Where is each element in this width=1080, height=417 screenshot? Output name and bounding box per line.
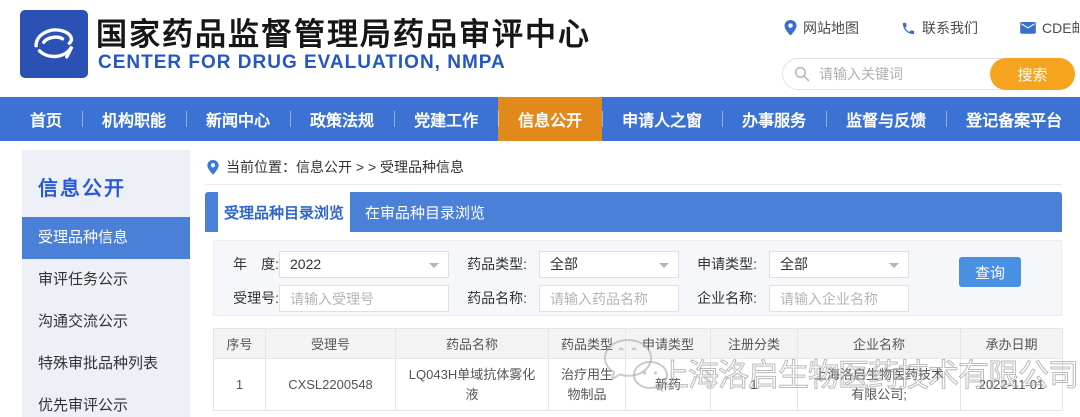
accept-no-label: 受理号:: [224, 285, 279, 312]
nav-item-applicant-window[interactable]: 申请人之窗: [602, 97, 722, 141]
cell-company: 上海洛启生物医药技术有限公司;: [798, 359, 961, 411]
nav-item-supervision[interactable]: 监督与反馈: [826, 97, 946, 141]
drug-name-input[interactable]: [539, 285, 679, 312]
col-header-date: 承办日期: [961, 329, 1063, 359]
logo-swirl-icon: [25, 15, 83, 73]
nav-item-policies[interactable]: 政策法规: [290, 97, 394, 141]
page-subtitle: CENTER FOR DRUG EVALUATION, NMPA: [98, 52, 506, 74]
mailbox-label: CDE邮箱: [1042, 18, 1080, 38]
drug-name-label: 药品名称:: [454, 285, 527, 312]
chevron-down-icon: [429, 263, 439, 268]
map-pin-icon: [784, 20, 797, 36]
apply-type-label: 申请类型:: [684, 251, 757, 278]
cell-no: 1: [214, 359, 266, 411]
nav-item-party[interactable]: 党建工作: [394, 97, 498, 141]
nav-item-info-disclosure[interactable]: 信息公开: [498, 97, 602, 141]
cell-apply-type: 新药: [626, 359, 711, 411]
page: 国家药品监督管理局药品审评中心 CENTER FOR DRUG EVALUATI…: [0, 0, 1080, 417]
col-header-drug-name: 药品名称: [396, 329, 549, 359]
sidebar-item-priority-review[interactable]: 优先审评公示: [22, 385, 190, 417]
cde-logo: [20, 10, 88, 78]
year-label: 年 度:: [224, 251, 279, 278]
year-select-value: 2022: [290, 256, 321, 272]
table-row: 1 CXSL2200548 LQ043H单域抗体雾化液 治疗用生物制品 新药 1…: [214, 359, 1063, 411]
mailbox-link[interactable]: CDE邮箱: [1020, 18, 1080, 38]
tab-accepted-catalog[interactable]: 受理品种目录浏览: [218, 192, 350, 232]
apply-type-select-value: 全部: [780, 256, 808, 272]
mail-icon: [1020, 22, 1036, 35]
cell-date: 2022-11-01: [961, 359, 1063, 411]
location-pin-icon: [207, 160, 219, 175]
company-name-label: 企业名称:: [684, 285, 757, 312]
nav-item-news[interactable]: 新闻中心: [186, 97, 290, 141]
main-content: 当前位置：信息公开 > > 受理品种信息 受理品种目录浏览 在审品种目录浏览 年…: [205, 150, 1062, 417]
col-header-drug-type: 药品类型: [549, 329, 626, 359]
nav-item-services[interactable]: 办事服务: [722, 97, 826, 141]
search-button[interactable]: 搜索: [990, 58, 1075, 90]
col-header-company: 企业名称: [798, 329, 961, 359]
search-icon: [794, 66, 810, 82]
col-header-reg-class: 注册分类: [711, 329, 798, 359]
year-select[interactable]: 2022: [279, 251, 449, 278]
contact-label: 联系我们: [922, 18, 978, 38]
sitemap-label: 网站地图: [803, 18, 859, 38]
sidebar-title: 信息公开: [22, 150, 190, 217]
filter-panel: 年 度: 2022 药品类型: 全部 申请类型: 全部 查询 受理号: 药品名称…: [213, 240, 1062, 316]
drug-type-select-value: 全部: [550, 256, 578, 272]
tab-bar: 受理品种目录浏览 在审品种目录浏览: [205, 192, 1062, 232]
sidebar-item-accepted-varieties[interactable]: 受理品种信息: [22, 217, 190, 259]
sitemap-link[interactable]: 网站地图: [784, 18, 859, 38]
main-nav: 首页 机构职能 新闻中心 政策法规 党建工作 信息公开 申请人之窗 办事服务 监…: [0, 97, 1080, 141]
nav-item-home[interactable]: 首页: [10, 97, 82, 141]
col-header-apply-type: 申请类型: [626, 329, 711, 359]
cell-reg-class: 1: [711, 359, 798, 411]
nav-item-functions[interactable]: 机构职能: [82, 97, 186, 141]
contact-link[interactable]: 联系我们: [901, 18, 978, 38]
drug-type-label: 药品类型:: [454, 251, 527, 278]
query-button[interactable]: 查询: [959, 257, 1021, 287]
sidebar-item-communication[interactable]: 沟通交流公示: [22, 301, 190, 343]
nav-item-registration-platform[interactable]: 登记备案平台: [946, 97, 1080, 141]
chevron-down-icon: [889, 263, 899, 268]
page-title: 国家药品监督管理局药品审评中心: [96, 9, 591, 54]
col-header-accept-no: 受理号: [266, 329, 396, 359]
phone-icon: [901, 21, 916, 36]
sidebar: 信息公开 受理品种信息 审评任务公示 沟通交流公示 特殊审批品种列表 优先审评公…: [22, 150, 190, 417]
cell-drug-type: 治疗用生物制品: [549, 359, 626, 411]
drug-type-select[interactable]: 全部: [539, 251, 679, 278]
results-table: 序号 受理号 药品名称 药品类型 申请类型 注册分类 企业名称 承办日期 1 C…: [213, 328, 1063, 411]
table-header-row: 序号 受理号 药品名称 药品类型 申请类型 注册分类 企业名称 承办日期: [214, 329, 1063, 359]
header-links: 网站地图 联系我们 CDE邮箱: [784, 18, 1080, 38]
cell-accept-no: CXSL2200548: [266, 359, 396, 411]
sidebar-item-special-approval[interactable]: 特殊审批品种列表: [22, 343, 190, 385]
sidebar-item-review-tasks[interactable]: 审评任务公示: [22, 259, 190, 301]
tab-under-review-catalog[interactable]: 在审品种目录浏览: [350, 192, 500, 232]
chevron-down-icon: [659, 263, 669, 268]
company-name-input[interactable]: [769, 285, 909, 312]
breadcrumb-text: 当前位置：信息公开 > > 受理品种信息: [226, 157, 464, 177]
breadcrumb: 当前位置：信息公开 > > 受理品种信息: [205, 150, 1062, 185]
apply-type-select[interactable]: 全部: [769, 251, 909, 278]
cell-drug-name: LQ043H单域抗体雾化液: [396, 359, 549, 411]
col-header-no: 序号: [214, 329, 266, 359]
accept-no-input[interactable]: [279, 285, 449, 312]
search-bar: 搜索: [782, 58, 1075, 90]
